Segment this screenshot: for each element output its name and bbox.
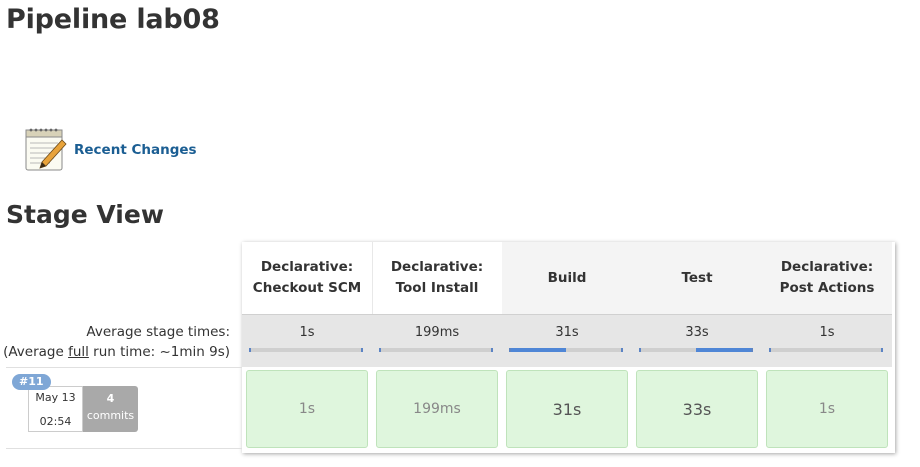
full-run-time-link[interactable]: full <box>68 344 89 360</box>
stage-name-line1: Test <box>681 269 713 286</box>
notepad-icon <box>25 128 67 171</box>
build-time: 02:54 <box>39 415 72 428</box>
stage-cell[interactable]: 1s <box>766 370 888 448</box>
stage-progress-fill <box>696 348 751 352</box>
stage-name-line2: Tool Install <box>395 280 479 296</box>
recent-changes-link[interactable]: Recent Changes <box>74 142 197 158</box>
stage-average: 31s <box>502 314 633 367</box>
stage-header: Declarative: Post Actions <box>762 242 892 314</box>
build-number-badge[interactable]: #11 <box>12 374 51 390</box>
stage-average: 1s <box>762 314 892 367</box>
stage-name-line1: Declarative: <box>390 259 484 275</box>
stage-header: Declarative: Tool Install <box>372 242 503 314</box>
stage-column-checkout-scm: Declarative: Checkout SCM 1s 1s <box>242 242 373 453</box>
stage-average-time: 31s <box>555 325 579 340</box>
stage-header: Declarative: Checkout SCM <box>242 242 373 314</box>
stage-average-time: 199ms <box>414 325 460 340</box>
build-row-divider <box>6 448 242 449</box>
stage-progress-bar <box>509 348 623 352</box>
stage-column-post-actions: Declarative: Post Actions 1s 1s <box>762 242 892 453</box>
stage-header: Build <box>502 242 633 314</box>
build-date: May 13 <box>35 391 76 404</box>
stage-column-build: Build 31s 31s <box>502 242 633 453</box>
recent-changes[interactable]: Recent Changes <box>24 126 197 172</box>
stage-progress-bar <box>379 348 493 352</box>
build-commits-button[interactable]: 4 commits <box>83 386 138 432</box>
stage-average: 1s <box>242 314 373 367</box>
avg-label-line1: Average stage times: <box>86 324 230 340</box>
avg-label-line2: (Average full run time: ~1min 9s) <box>0 342 230 362</box>
stage-cell[interactable]: 199ms <box>376 370 498 448</box>
stage-view-title: Stage View <box>6 200 164 229</box>
build-row-divider <box>6 367 242 368</box>
avg-label-prefix: (Average <box>3 344 69 360</box>
commits-label: commits <box>86 409 135 422</box>
average-stage-times-label: Average stage times: (Average full run t… <box>0 322 230 362</box>
stage-name-line1: Build <box>547 269 587 286</box>
stage-name-line2: Checkout SCM <box>252 280 362 296</box>
stage-name-line1: Declarative: <box>260 259 354 275</box>
stage-progress-bar <box>249 348 363 352</box>
stage-progress-bar <box>769 348 883 352</box>
stage-column-tool-install: Declarative: Tool Install 199ms 199ms <box>372 242 503 453</box>
avg-label-suffix: run time: ~1min 9s) <box>88 344 230 360</box>
commits-count: 4 <box>106 392 115 405</box>
stage-average: 33s <box>632 314 763 367</box>
build-date-box: May 13 02:54 <box>28 386 83 432</box>
stage-view-grid: Declarative: Checkout SCM 1s 1s Declarati… <box>242 242 895 453</box>
stage-cell[interactable]: 33s <box>636 370 758 448</box>
stage-cell[interactable]: 1s <box>246 370 368 448</box>
stage-average: 199ms <box>372 314 503 367</box>
stage-progress-fill <box>511 348 566 352</box>
stage-progress-bar <box>639 348 753 352</box>
stage-header: Test <box>632 242 763 314</box>
stage-average-time: 1s <box>819 325 835 340</box>
stage-column-test: Test 33s 33s <box>632 242 763 453</box>
stage-average-time: 1s <box>299 325 315 340</box>
stage-average-time: 33s <box>685 325 709 340</box>
stage-cell[interactable]: 31s <box>506 370 628 448</box>
stage-name-line1: Declarative: <box>780 259 874 275</box>
stage-name-line2: Post Actions <box>779 280 875 296</box>
page-title: Pipeline lab08 <box>6 4 220 35</box>
